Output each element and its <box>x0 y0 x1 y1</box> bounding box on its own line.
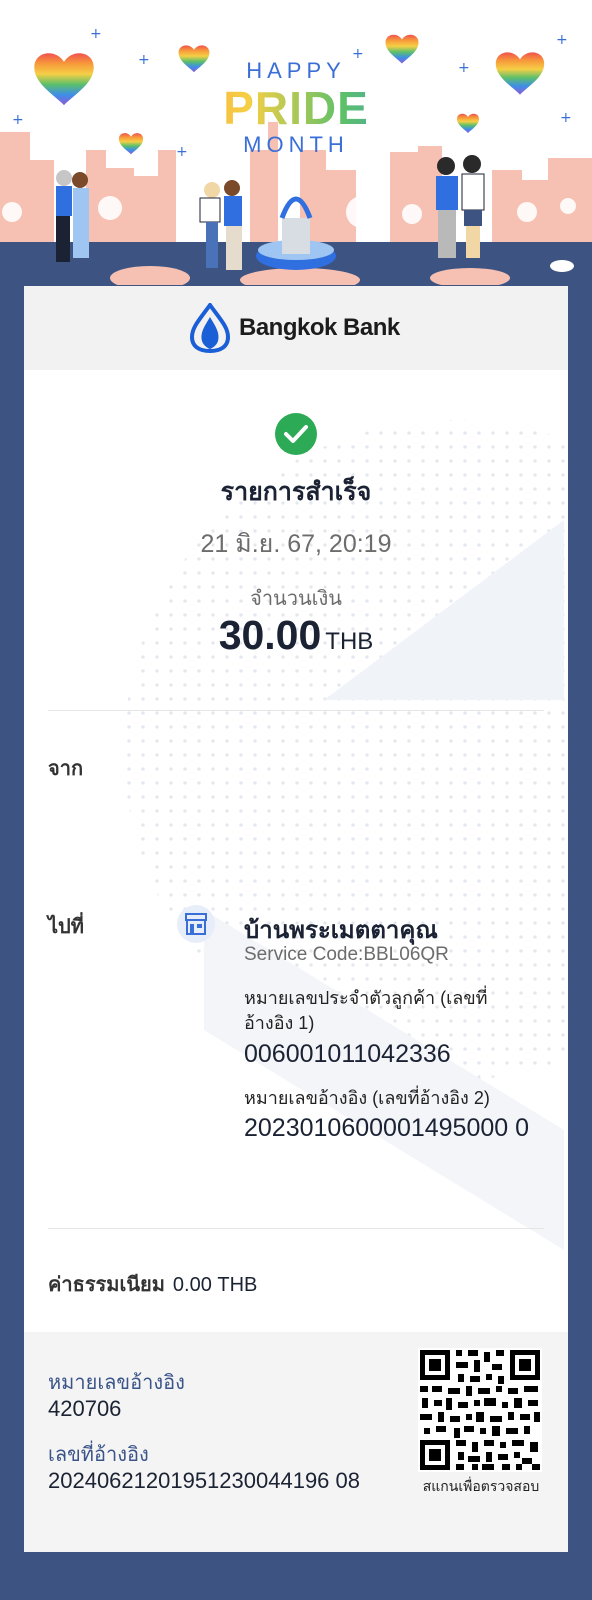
store-icon <box>177 905 215 943</box>
brand-name: Bangkok Bank <box>239 314 400 341</box>
from-label: จาก <box>48 758 84 780</box>
pride-banner: ++ ++ ++ ++ HAPPY PRIDE MONTH <box>0 0 592 285</box>
pride-title: HAPPY PRIDE MONTH <box>0 58 592 158</box>
svg-text:+: + <box>556 32 568 48</box>
qr-code-icon[interactable] <box>418 1348 542 1472</box>
pride-month-text: MONTH <box>243 132 349 157</box>
to-label: ไปที่ <box>48 916 84 938</box>
pride-happy-text: HAPPY <box>246 58 346 83</box>
amount-currency: THB <box>325 628 374 655</box>
transaction-datetime: 21 มิ.ย. 67, 20:19 <box>200 530 392 558</box>
divider <box>48 710 544 711</box>
lotus-drop-icon <box>190 303 230 353</box>
check-circle-icon <box>275 413 317 455</box>
receipt-header: Bangkok Bank <box>24 286 568 370</box>
amount-value: 30.00 <box>218 612 322 658</box>
transaction-ref-label: เลขที่อ้างอิง <box>48 1444 149 1466</box>
watermark-pattern <box>124 420 568 1250</box>
service-code: Service Code:BBL06QR <box>244 944 449 965</box>
ref2-value: 2023010600001495000 0 <box>244 1114 530 1142</box>
fee-row: ค่าธรรมเนียม 0.00 THB <box>48 1268 257 1300</box>
qr-caption: สแกนเพื่อตรวจสอบ <box>422 1478 540 1494</box>
svg-text:+: + <box>90 26 102 42</box>
reference-label: หมายเลขอ้างอิง <box>48 1372 185 1394</box>
status-text: รายการสำเร็จ <box>220 478 372 506</box>
receipt-card: Bangkok Bank รายการสำเร็จ 21 มิ.ย. 67, 2… <box>24 286 568 1552</box>
ref1-value: 006001011042336 <box>244 1040 451 1068</box>
fee-value: 0.00 THB <box>172 1274 258 1296</box>
fee-label: ค่าธรรมเนียม <box>48 1274 165 1296</box>
divider <box>48 1228 544 1229</box>
amount-label: จำนวนเงิน <box>250 588 342 610</box>
ref2-label: หมายเลขอ้างอิง (เลขที่อ้างอิง 2) <box>244 1088 490 1108</box>
reference-value: 420706 <box>48 1396 122 1421</box>
pride-word-text: PRIDE <box>0 84 592 132</box>
transaction-ref-value: 20240621201951230044196 08 <box>48 1468 360 1493</box>
amount: 30.00 THB <box>24 612 568 659</box>
receipt-footer: หมายเลขอ้างอิง 420706 เลขที่อ้างอิง 2024… <box>24 1332 568 1552</box>
ref1-label: หมายเลขประจำตัวลูกค้า (เลขที่อ้างอิง 1) <box>244 988 488 1033</box>
